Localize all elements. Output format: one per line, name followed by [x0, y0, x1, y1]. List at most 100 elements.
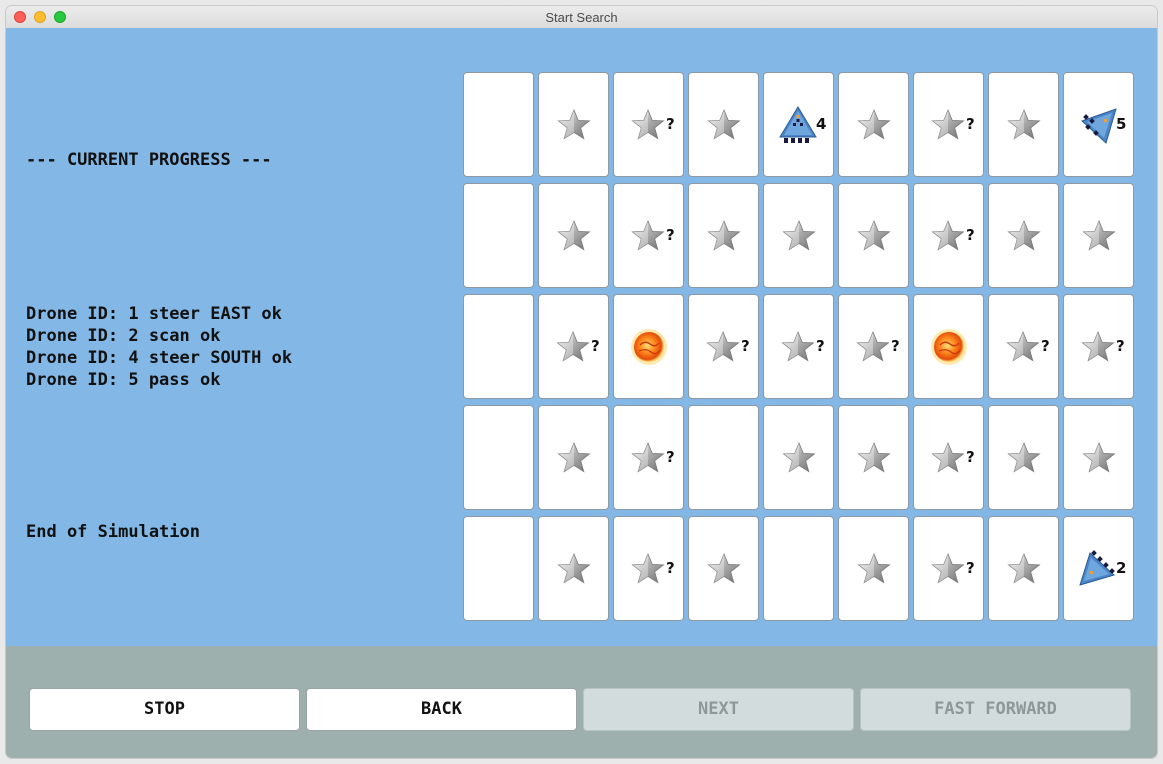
- progress-header: --- CURRENT PROGRESS ---: [26, 150, 272, 170]
- star-icon: [1006, 330, 1040, 362]
- grid-cell[interactable]: [688, 516, 759, 621]
- star-icon: [556, 441, 591, 473]
- star-icon: [856, 441, 891, 473]
- grid-cell[interactable]: ?: [913, 72, 984, 177]
- star-icon: [856, 219, 891, 251]
- grid-cell[interactable]: [613, 294, 684, 399]
- cell-label: 4: [816, 115, 827, 133]
- cell-label: ?: [1116, 337, 1125, 355]
- cell-label: ?: [966, 115, 975, 133]
- cell-label: ?: [666, 448, 675, 466]
- cell-label: ?: [666, 226, 675, 244]
- grid-cell[interactable]: [463, 405, 534, 510]
- grid-cell[interactable]: [988, 405, 1059, 510]
- star-icon: [856, 330, 890, 362]
- grid-cell[interactable]: [538, 405, 609, 510]
- grid-cell[interactable]: [538, 183, 609, 288]
- grid-cell[interactable]: [763, 405, 834, 510]
- cell-label: ?: [666, 115, 675, 133]
- grid-cell[interactable]: ?: [913, 405, 984, 510]
- cell-label: ?: [966, 559, 975, 577]
- grid-cell[interactable]: [838, 405, 909, 510]
- star-icon: [556, 330, 590, 362]
- grid-cell[interactable]: ?: [988, 294, 1059, 399]
- star-icon: [1006, 441, 1041, 473]
- star-icon: [556, 552, 591, 584]
- star-icon: [1006, 219, 1041, 251]
- log-line: Drone ID: 4 steer SOUTH ok: [26, 348, 293, 368]
- grid-cell[interactable]: 4: [763, 72, 834, 177]
- star-icon: [1081, 330, 1115, 362]
- stop-button[interactable]: STOP: [29, 688, 300, 731]
- grid-cell[interactable]: [763, 516, 834, 621]
- sun-icon: [930, 328, 967, 365]
- star-icon: [781, 330, 815, 362]
- cell-label: 5: [1116, 115, 1127, 133]
- star-icon: [556, 219, 591, 251]
- star-icon: [856, 552, 891, 584]
- grid-cell[interactable]: [463, 72, 534, 177]
- log-line: Drone ID: 2 scan ok: [26, 326, 221, 346]
- grid-cell[interactable]: ?: [763, 294, 834, 399]
- cell-label: ?: [966, 226, 975, 244]
- star-icon: [1006, 552, 1041, 584]
- grid-cell[interactable]: ?: [613, 72, 684, 177]
- drone-west-icon: [1081, 107, 1117, 144]
- grid-cell[interactable]: [988, 516, 1059, 621]
- grid-cell[interactable]: ?: [613, 405, 684, 510]
- app-window: Start Search --- CURRENT PROGRESS --- Dr…: [6, 6, 1157, 758]
- grid-cell[interactable]: [538, 516, 609, 621]
- grid-cell[interactable]: [838, 516, 909, 621]
- grid-cell[interactable]: 5: [1063, 72, 1134, 177]
- star-icon: [706, 552, 741, 584]
- drone-south-icon: [779, 105, 817, 143]
- star-icon: [706, 219, 741, 251]
- grid-cell[interactable]: ?: [913, 516, 984, 621]
- title-bar: Start Search: [6, 6, 1157, 29]
- grid-cell[interactable]: [688, 72, 759, 177]
- drone-east-icon: [1079, 549, 1115, 586]
- grid-cell[interactable]: [538, 72, 609, 177]
- star-icon: [706, 108, 741, 140]
- grid-cell[interactable]: 2: [1063, 516, 1134, 621]
- back-button[interactable]: BACK: [306, 688, 577, 731]
- cell-label: ?: [966, 448, 975, 466]
- grid-cell[interactable]: ?: [688, 294, 759, 399]
- grid-cell[interactable]: ?: [1063, 294, 1134, 399]
- next-button[interactable]: NEXT: [583, 688, 854, 731]
- star-icon: [631, 108, 665, 140]
- grid-cell[interactable]: [463, 516, 534, 621]
- grid-cell[interactable]: [463, 183, 534, 288]
- grid-cell[interactable]: ?: [838, 294, 909, 399]
- grid-cell[interactable]: [688, 183, 759, 288]
- star-icon: [856, 108, 891, 140]
- cell-label: ?: [591, 337, 600, 355]
- grid-cell[interactable]: [1063, 183, 1134, 288]
- grid-cell[interactable]: ?: [913, 183, 984, 288]
- cell-label: ?: [1041, 337, 1050, 355]
- grid-cell[interactable]: ?: [613, 516, 684, 621]
- simulation-panel: --- CURRENT PROGRESS --- Drone ID: 1 ste…: [6, 28, 1157, 646]
- star-icon: [1081, 219, 1116, 251]
- grid-cell[interactable]: [1063, 405, 1134, 510]
- sun-icon: [630, 328, 667, 365]
- grid-cell[interactable]: [838, 183, 909, 288]
- star-icon: [631, 441, 665, 473]
- log-line: Drone ID: 1 steer EAST ok: [26, 304, 282, 324]
- star-icon: [1006, 108, 1041, 140]
- fast-forward-button[interactable]: FAST FORWARD: [860, 688, 1131, 731]
- grid-cell[interactable]: [988, 183, 1059, 288]
- grid-cell[interactable]: [763, 183, 834, 288]
- log-line: Drone ID: 5 pass ok: [26, 370, 221, 390]
- grid-cell[interactable]: ?: [613, 183, 684, 288]
- cell-label: ?: [666, 559, 675, 577]
- grid-cell[interactable]: [688, 405, 759, 510]
- grid-cell[interactable]: ?: [538, 294, 609, 399]
- grid-cell[interactable]: [913, 294, 984, 399]
- cell-label: 2: [1116, 559, 1127, 577]
- grid-cell[interactable]: [988, 72, 1059, 177]
- grid-cell[interactable]: [838, 72, 909, 177]
- star-icon: [781, 441, 816, 473]
- grid-cell[interactable]: [463, 294, 534, 399]
- cell-label: ?: [816, 337, 825, 355]
